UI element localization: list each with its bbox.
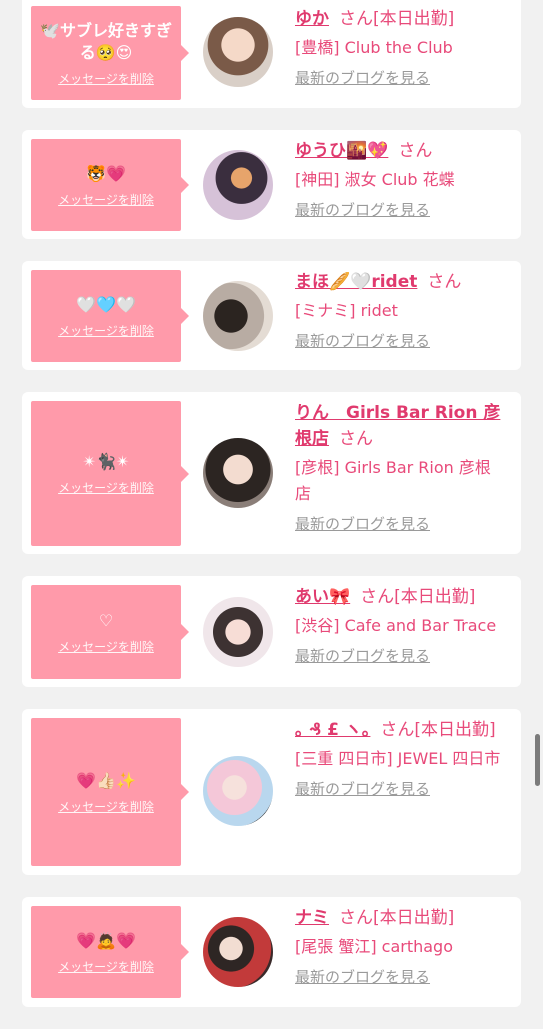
delete-message-link[interactable]: メッセージを削除 [58, 191, 154, 208]
delete-message-link[interactable]: メッセージを削除 [58, 479, 154, 496]
blog-link[interactable]: 最新のブログを見る [295, 966, 430, 988]
cast-name-link[interactable]: まほ🥖🤍ridet [295, 272, 417, 292]
blog-link[interactable]: 最新のブログを見る [295, 778, 430, 800]
shop-name: [彦根] Girls Bar Rion 彦根店 [295, 458, 491, 503]
list-item: 💗🙇💗 メッセージを削除 ナミ さん[本日出勤] [尾張 蟹江] carthago… [22, 897, 521, 1007]
shop-name: [豊橋] Club the Club [295, 38, 453, 57]
message-text: 💗🙇💗 [76, 930, 136, 950]
delete-message-link[interactable]: メッセージを削除 [58, 798, 154, 815]
message-text: 🤍🩵🤍 [76, 294, 136, 314]
san-status: さん[本日出勤] [339, 908, 455, 928]
avatar[interactable] [203, 150, 273, 220]
cast-info: あい🎀 さん[本日出勤] [渋谷] Cafe and Bar Trace 最新のブ… [295, 584, 505, 667]
shop-name: [尾張 蟹江] carthago [295, 937, 454, 956]
message-text: 🕊️サブレ好きすぎる🥺😍 [40, 20, 172, 62]
cast-info: ゆか さん[本日出勤] [豊橋] Club the Club 最新のブログを見る [295, 6, 505, 89]
message-bubble: 🕊️サブレ好きすぎる🥺😍 メッセージを削除 [31, 6, 189, 100]
cast-name-link[interactable]: ゆか [295, 9, 329, 29]
delete-message-link[interactable]: メッセージを削除 [58, 70, 154, 87]
delete-message-link[interactable]: メッセージを削除 [58, 638, 154, 655]
avatar[interactable] [203, 438, 273, 508]
blog-link[interactable]: 最新のブログを見る [295, 67, 430, 89]
delete-message-link[interactable]: メッセージを削除 [58, 322, 154, 339]
list-item: 🤍🩵🤍 メッセージを削除 まほ🥖🤍ridet さん [ミナミ] ridet 最新の… [22, 261, 521, 370]
avatar[interactable] [203, 756, 273, 826]
san-status: さん[本日出勤] [360, 587, 476, 607]
avatar[interactable] [203, 597, 273, 667]
list-item: 🐯💗 メッセージを削除 ゆうひ🌇💖 さん [神田] 淑女 Club 花蝶 最新のブ… [22, 130, 521, 239]
message-bubble: 💗👍🏻✨ メッセージを削除 [31, 718, 189, 866]
cast-name-link[interactable]: あい🎀 [295, 587, 350, 607]
cast-name-link[interactable]: ナミ [295, 908, 329, 928]
cast-name-link[interactable]: ゆうひ🌇💖 [295, 141, 388, 161]
message-text: 💗👍🏻✨ [76, 770, 136, 790]
list-item: 🕊️サブレ好きすぎる🥺😍 メッセージを削除 ゆか さん[本日出勤] [豊橋] Cl… [22, 0, 521, 108]
favorites-list: 🕊️サブレ好きすぎる🥺😍 メッセージを削除 ゆか さん[本日出勤] [豊橋] Cl… [22, 0, 521, 1029]
message-bubble: ♡ メッセージを削除 [31, 585, 189, 679]
message-bubble: 🤍🩵🤍 メッセージを削除 [31, 270, 189, 362]
message-bubble: 💗🙇💗 メッセージを削除 [31, 906, 189, 998]
message-bubble: 🐯💗 メッセージを削除 [31, 139, 189, 231]
cast-info: りん Girls Bar Rion 彦根店 さん [彦根] Girls Bar R… [295, 400, 505, 535]
cast-info: ゆうひ🌇💖 さん [神田] 淑女 Club 花蝶 最新のブログを見る [295, 138, 505, 221]
cast-info: ｡ ₰ £ ヽ｡ さん[本日出勤] [三重 四日市] JEWEL 四日市 最新のブ… [295, 717, 505, 800]
scrollbar[interactable] [535, 734, 540, 786]
san-status: さん [398, 141, 433, 161]
blog-link[interactable]: 最新のブログを見る [295, 513, 430, 535]
shop-name: [三重 四日市] JEWEL 四日市 [295, 749, 501, 768]
list-item: ✴︎🐈‍⬛✴︎ メッセージを削除 りん Girls Bar Rion 彦根店 さん… [22, 392, 521, 554]
avatar[interactable] [203, 281, 273, 351]
cast-info: ナミ さん[本日出勤] [尾張 蟹江] carthago 最新のブログを見る [295, 905, 505, 988]
avatar[interactable] [203, 917, 273, 987]
blog-link[interactable]: 最新のブログを見る [295, 199, 430, 221]
message-bubble: ✴︎🐈‍⬛✴︎ メッセージを削除 [31, 401, 189, 546]
san-status: さん [339, 429, 373, 449]
message-text: ♡ [98, 610, 114, 630]
avatar[interactable] [203, 17, 273, 87]
shop-name: [ミナミ] ridet [295, 301, 398, 320]
list-item: ♡ メッセージを削除 あい🎀 さん[本日出勤] [渋谷] Cafe and Bar… [22, 576, 521, 687]
list-item: 💗👍🏻✨ メッセージを削除 ｡ ₰ £ ヽ｡ さん[本日出勤] [三重 四日市] … [22, 709, 521, 875]
message-text: ✴︎🐈‍⬛✴︎ [82, 452, 130, 471]
shop-name: [渋谷] Cafe and Bar Trace [295, 616, 497, 635]
san-status: さん[本日出勤] [339, 9, 455, 29]
san-status: さん[本日出勤] [380, 720, 496, 740]
cast-name-link[interactable]: ｡ ₰ £ ヽ｡ [295, 720, 370, 740]
san-status: さん [427, 272, 462, 292]
blog-link[interactable]: 最新のブログを見る [295, 330, 430, 352]
cast-name-link[interactable]: りん Girls Bar Rion 彦根店 [295, 403, 500, 449]
delete-message-link[interactable]: メッセージを削除 [58, 958, 154, 975]
shop-name: [神田] 淑女 Club 花蝶 [295, 170, 455, 189]
cast-info: まほ🥖🤍ridet さん [ミナミ] ridet 最新のブログを見る [295, 269, 505, 352]
blog-link[interactable]: 最新のブログを見る [295, 645, 430, 667]
message-text: 🐯💗 [86, 163, 126, 183]
